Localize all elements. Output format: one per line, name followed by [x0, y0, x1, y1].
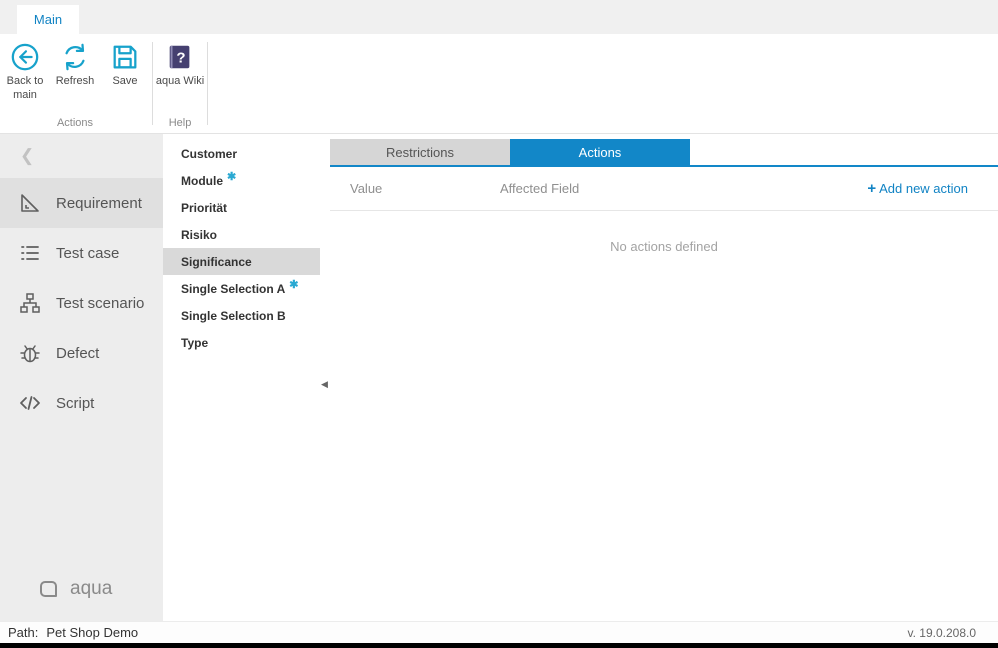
add-new-action-label: Add new action — [879, 181, 968, 196]
tab-actions[interactable]: Actions — [510, 139, 690, 165]
field-label: Priorität — [181, 201, 227, 215]
sidebar-item-label: Script — [56, 395, 94, 412]
refresh-label: Refresh — [56, 75, 95, 89]
ribbon-group-label-help: Help — [155, 117, 205, 133]
field-label: Single Selection A — [181, 282, 285, 296]
sidebar-item-label: Requirement — [56, 195, 142, 212]
version-label: v. 19.0.208.0 — [908, 626, 977, 640]
aqua-wiki-label: aqua Wiki — [156, 75, 204, 89]
status-bar: Path: Pet Shop Demo v. 19.0.208.0 — [0, 621, 998, 643]
aqua-logo: aqua — [36, 577, 112, 601]
sidebar-item-test-case[interactable]: Test case — [0, 228, 163, 278]
field-list: Customer Module ✱ Priorität Risiko Signi… — [163, 134, 320, 621]
sidebar-item-test-scenario[interactable]: Test scenario — [0, 278, 163, 328]
back-arrow-icon — [10, 42, 40, 72]
field-label: Type — [181, 336, 208, 350]
save-button[interactable]: Save — [100, 39, 150, 117]
group-separator — [207, 42, 208, 125]
ribbon-group-help: ? aqua Wiki Help — [155, 34, 205, 133]
ribbon-group-actions: Back to main Refresh Save A — [0, 34, 150, 133]
chevron-left-icon[interactable]: ❮ — [20, 146, 34, 166]
svg-text:?: ? — [176, 50, 185, 67]
back-to-main-button[interactable]: Back to main — [0, 39, 50, 117]
main-panel: Restrictions Actions Value Affected Fiel… — [330, 134, 998, 621]
requirement-ruler-icon — [18, 191, 42, 215]
column-header-affected-field: Affected Field — [500, 181, 867, 196]
field-item-significance[interactable]: Significance — [163, 248, 320, 275]
path-label: Path: — [8, 625, 38, 640]
field-item-single-selection-a[interactable]: Single Selection A ✱ — [163, 275, 320, 302]
field-label: Risiko — [181, 228, 217, 242]
wiki-help-icon: ? — [165, 42, 195, 72]
ribbon-group-label-actions: Actions — [0, 117, 150, 133]
field-item-module[interactable]: Module ✱ — [163, 167, 320, 194]
field-label: Single Selection B — [181, 309, 286, 323]
save-icon — [110, 42, 140, 72]
sidebar-item-requirement[interactable]: Requirement — [0, 178, 163, 228]
ribbon-tab-strip: Main — [0, 0, 998, 34]
field-label: Significance — [181, 255, 252, 269]
sidebar-item-label: Defect — [56, 345, 99, 362]
tab-strip: Restrictions Actions — [330, 139, 998, 167]
defect-bug-icon — [18, 341, 42, 365]
test-scenario-hierarchy-icon — [18, 291, 42, 315]
sidebar-item-label: Test case — [56, 245, 119, 262]
group-separator — [152, 42, 153, 125]
sidebar-item-defect[interactable]: Defect — [0, 328, 163, 378]
save-label: Save — [112, 75, 137, 89]
sidebar-item-label: Test scenario — [56, 295, 144, 312]
empty-state-message: No actions defined — [330, 239, 998, 254]
panel-splitter[interactable]: ◀ — [320, 134, 330, 621]
refresh-icon — [60, 42, 90, 72]
field-item-risiko[interactable]: Risiko — [163, 221, 320, 248]
field-item-customer[interactable]: Customer — [163, 140, 320, 167]
script-code-icon — [18, 391, 42, 415]
required-asterisk-icon: ✱ — [289, 278, 298, 291]
field-item-type[interactable]: Type — [163, 329, 320, 356]
actions-grid-header: Value Affected Field +Add new action — [330, 167, 998, 211]
sidebar-item-script[interactable]: Script — [0, 378, 163, 428]
ribbon: Back to main Refresh Save A — [0, 34, 998, 134]
test-case-list-icon — [18, 241, 42, 265]
refresh-button[interactable]: Refresh — [50, 39, 100, 117]
field-label: Module — [181, 174, 223, 188]
field-item-prioritaet[interactable]: Priorität — [163, 194, 320, 221]
aqua-wiki-button[interactable]: ? aqua Wiki — [155, 39, 205, 117]
field-item-single-selection-b[interactable]: Single Selection B — [163, 302, 320, 329]
aqua-logo-text: aqua — [70, 578, 112, 600]
bottom-strip — [0, 643, 998, 648]
ribbon-tab-main[interactable]: Main — [17, 5, 79, 34]
plus-icon: + — [867, 180, 876, 197]
splitter-collapse-icon[interactable]: ◀ — [321, 379, 328, 390]
field-label: Customer — [181, 147, 237, 161]
required-asterisk-icon: ✱ — [227, 170, 236, 183]
aqua-logo-icon — [36, 577, 60, 601]
back-to-main-label: Back to main — [0, 75, 50, 103]
sidebar: ❮ Requirement Test case Te — [0, 134, 163, 621]
column-header-value: Value — [350, 181, 500, 196]
path-value: Pet Shop Demo — [46, 625, 138, 640]
add-new-action-link[interactable]: +Add new action — [867, 180, 968, 197]
tab-restrictions[interactable]: Restrictions — [330, 139, 510, 165]
